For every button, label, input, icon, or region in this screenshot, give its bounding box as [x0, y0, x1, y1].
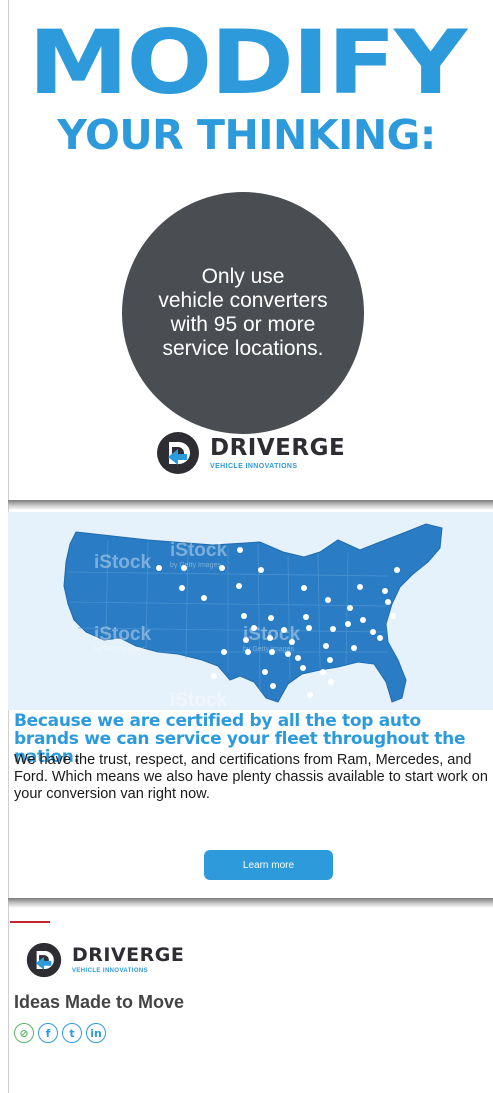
footer-brand-tagline: VEHICLE INNOVATIONS [72, 968, 149, 974]
red-rule [10, 921, 50, 923]
social-links: ⊘ f t in [14, 1023, 106, 1043]
hero-circle-text: Only use vehicle converters with 95 or m… [158, 265, 328, 360]
footer-slogan: Ideas Made to Move [14, 992, 185, 1012]
us-map-illustration [8, 512, 493, 710]
link-icon[interactable]: ⊘ [14, 1023, 34, 1043]
section-divider [8, 898, 493, 908]
brand-logo[interactable]: DRIVERGE VEHICLE INNOVATIONS [156, 431, 345, 475]
hero-title: MODIFY [27, 11, 467, 114]
driverge-mark-icon [157, 432, 199, 474]
linkedin-icon[interactable]: in [86, 1023, 106, 1043]
driverge-mark-icon [26, 942, 62, 978]
twitter-icon[interactable]: t [62, 1023, 82, 1043]
section-body: We have the trust, respect, and certific… [14, 752, 488, 802]
map-watermark: iStock [170, 690, 228, 710]
brand-name: DRIVERGE [210, 434, 346, 461]
hero-subtitle: YOUR THINKING: [57, 111, 436, 159]
map-watermark: iStock by Getty Images [170, 540, 228, 569]
map-watermark: iStock by Getty Images [94, 624, 152, 653]
map-watermark: iStock by Getty Images [243, 624, 301, 653]
facebook-icon[interactable]: f [38, 1023, 58, 1043]
footer-brand-logo[interactable]: DRIVERGE VEHICLE INNOVATIONS [26, 942, 184, 978]
us-map: iStock iStock by Getty Images iStock by Ge… [8, 512, 493, 710]
brand-tagline: VEHICLE INNOVATIONS [210, 462, 298, 470]
footer-brand-name: DRIVERGE [72, 944, 185, 966]
map-watermark: iStock [94, 552, 152, 573]
hero-circle: Only use vehicle converters with 95 or m… [122, 192, 364, 434]
learn-more-button[interactable]: Learn more [204, 850, 333, 880]
section-divider [8, 500, 493, 510]
